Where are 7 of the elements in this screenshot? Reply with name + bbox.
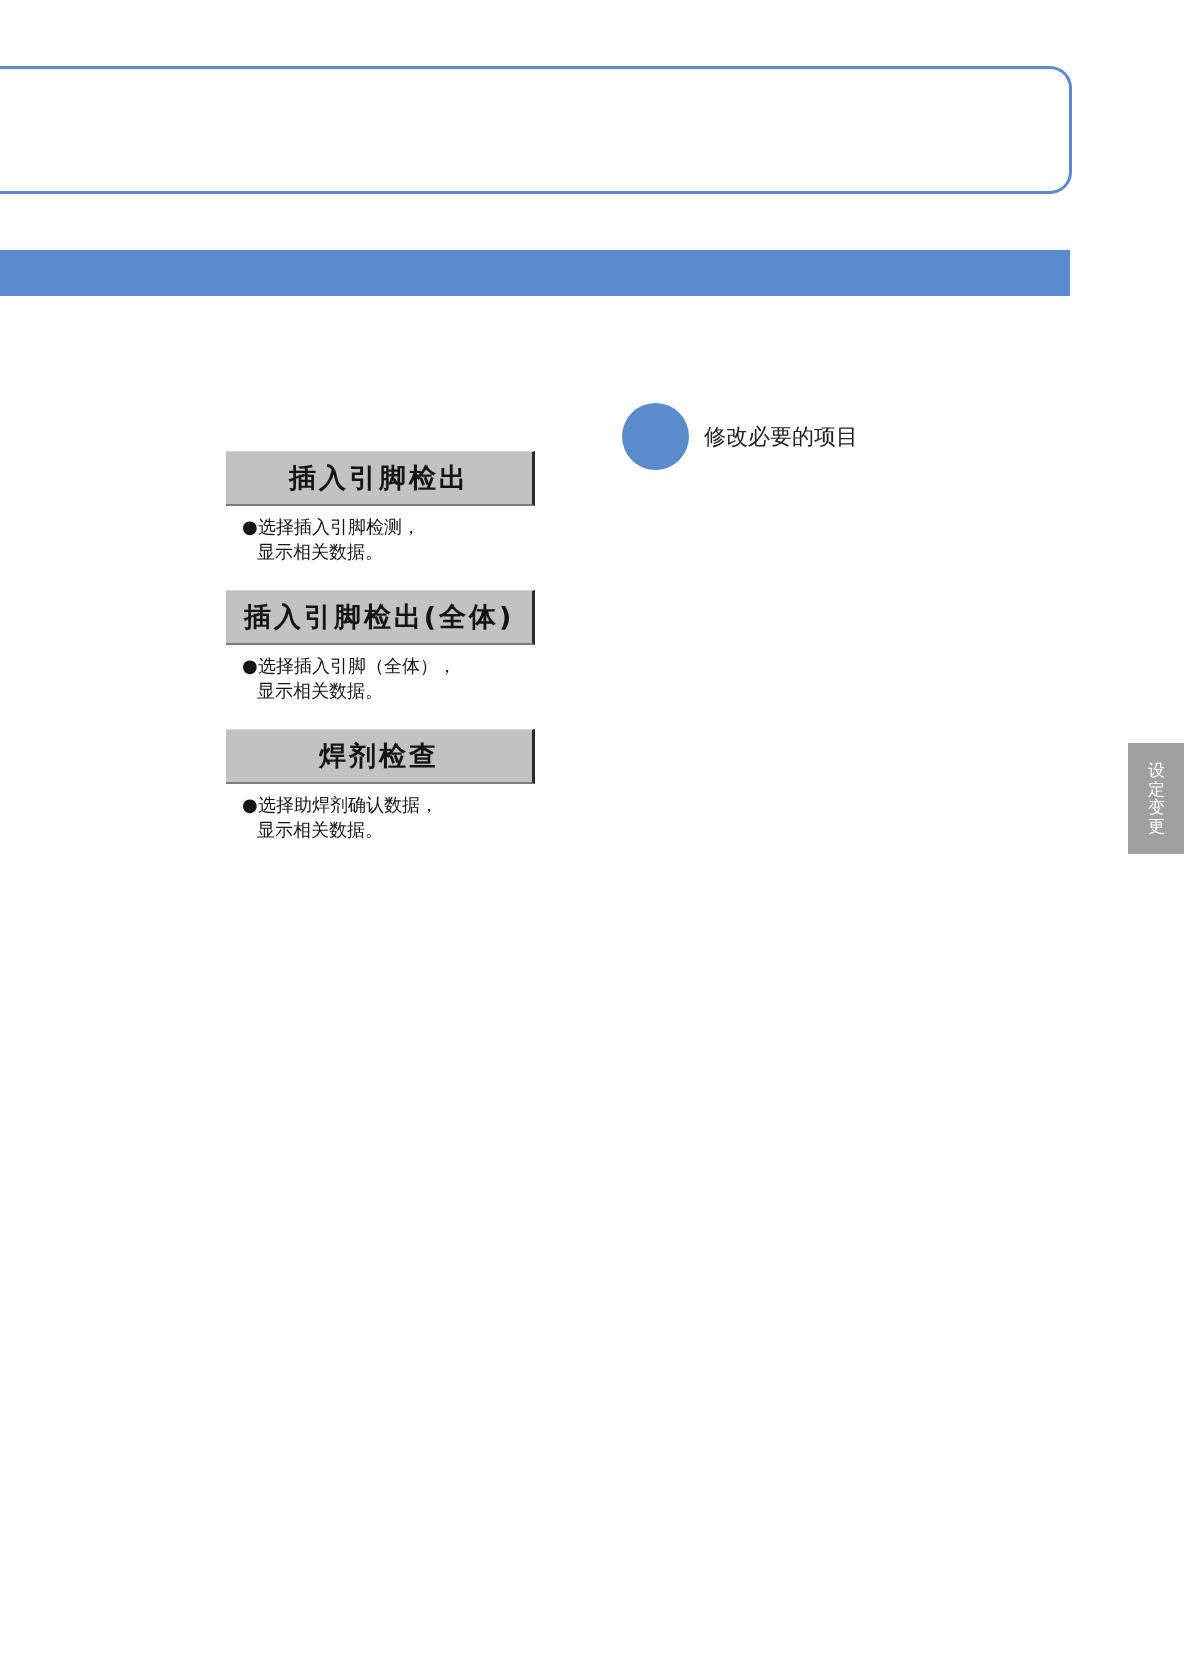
mode-button[interactable]: 焊剂检查 (226, 729, 535, 784)
mode-button[interactable]: 插入引脚检出 (226, 451, 535, 506)
description-text: ●选择插入引脚（全体）， 显示相关数据。 (242, 654, 456, 703)
mode-button[interactable]: 插入引脚检出(全体) (226, 590, 535, 645)
description-text: ●选择助焊剂确认数据， 显示相关数据。 (242, 793, 438, 842)
step-text: 修改必要的项目 (704, 422, 858, 451)
description-text: ●选择插入引脚检测， 显示相关数据。 (242, 515, 420, 564)
